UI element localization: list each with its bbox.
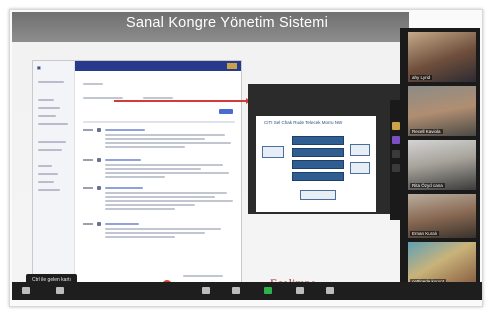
- sidebar-item[interactable]: [38, 189, 60, 191]
- user-badge-icon[interactable]: [227, 63, 237, 69]
- mute-icon[interactable]: [22, 287, 30, 294]
- participants-icon[interactable]: [202, 287, 210, 294]
- filter-field[interactable]: [83, 97, 123, 99]
- diagram-box: [292, 136, 344, 145]
- participant-name: Ernan Kuralı: [410, 231, 440, 236]
- table-row: [105, 168, 201, 170]
- thumbnail-icon[interactable]: [392, 150, 400, 158]
- table-row: [105, 138, 205, 140]
- table-row[interactable]: [105, 129, 145, 131]
- sidebar-item[interactable]: [38, 173, 58, 175]
- table-row: [105, 172, 229, 174]
- participant-video[interactable]: Recell Kaviola: [408, 86, 476, 136]
- shared-screen: Sanal Kongre Yönetim Sistemi ▣ CITI Sel …: [12, 12, 409, 290]
- title-banner: Sanal Kongre Yönetim Sistemi: [12, 12, 409, 42]
- table-row: [105, 134, 225, 136]
- row-avatar: [97, 222, 101, 226]
- app-logo: ▣: [37, 65, 41, 70]
- row-avatar: [97, 128, 101, 132]
- row-meta: [83, 129, 93, 131]
- diagram-box: [292, 148, 344, 157]
- table-row: [105, 176, 165, 178]
- pointer-arrow: [114, 98, 250, 103]
- table-row[interactable]: [105, 223, 139, 225]
- video-icon[interactable]: [56, 287, 64, 294]
- row-meta: [83, 159, 93, 161]
- diagram-box: [262, 146, 284, 158]
- meeting-toolbar: [12, 282, 482, 300]
- thumbnail-icon[interactable]: [392, 122, 400, 130]
- app-window: ▣: [32, 60, 242, 288]
- sidebar-item[interactable]: [38, 181, 54, 183]
- sidebar-item[interactable]: [38, 107, 60, 109]
- participant-video[interactable]: ahy Lyrid: [408, 32, 476, 82]
- sidebar-item[interactable]: [38, 99, 54, 101]
- table-row[interactable]: [105, 187, 143, 189]
- table-row: [105, 208, 175, 210]
- diagram-box: [350, 162, 370, 174]
- sidebar-item[interactable]: [38, 115, 56, 117]
- slide-title: CITI Sel Chak Rude Telecek Morru NW: [264, 120, 343, 125]
- sidebar-item[interactable]: [38, 81, 64, 83]
- diagram-box: [292, 172, 344, 181]
- participant-video[interactable]: cettinede kurunt: [408, 242, 476, 286]
- table-row: [105, 236, 175, 238]
- sidebar-item[interactable]: [38, 165, 52, 167]
- reactions-icon[interactable]: [326, 287, 334, 294]
- row-avatar: [97, 186, 101, 190]
- table-row: [105, 228, 221, 230]
- share-screen-icon[interactable]: [264, 287, 272, 294]
- app-sidebar: ▣: [33, 61, 75, 287]
- banner-title: Sanal Kongre Yönetim Sistemi: [126, 15, 328, 31]
- participant-name: Recell Kaviola: [410, 129, 443, 134]
- page-heading: [83, 83, 103, 85]
- table-row: [105, 204, 195, 206]
- table-row: [105, 232, 205, 234]
- app-header: [75, 61, 241, 71]
- thumbnail-icon[interactable]: [392, 164, 400, 172]
- table-header: [83, 121, 235, 123]
- row-meta: [83, 223, 93, 225]
- participant-video[interactable]: Ernan Kuralı: [408, 194, 476, 238]
- app-content: [83, 79, 235, 279]
- sidebar-item[interactable]: [38, 141, 66, 143]
- participant-name: ahy Lyrid: [410, 75, 433, 80]
- diagram-box: [350, 144, 370, 156]
- filter-field[interactable]: [143, 97, 173, 99]
- table-row: [105, 192, 227, 194]
- row-avatar: [97, 158, 101, 162]
- search-button[interactable]: [219, 109, 233, 114]
- thumbnail-icon[interactable]: [392, 136, 400, 144]
- row-meta: [83, 187, 93, 189]
- table-row: [105, 146, 185, 148]
- diagram-box: [292, 160, 344, 169]
- sidebar-item[interactable]: [38, 149, 62, 151]
- table-row: [105, 142, 231, 144]
- table-row[interactable]: [105, 159, 141, 161]
- table-row: [105, 200, 233, 202]
- sidebar-item[interactable]: [38, 123, 68, 125]
- chat-icon[interactable]: [232, 287, 240, 294]
- participant-video[interactable]: Rita Özyd cana: [408, 140, 476, 190]
- diagram-box: [300, 190, 336, 200]
- participant-strip: ahy Lyrid Recell Kaviola Rita Özyd cana …: [400, 28, 480, 290]
- table-row: [105, 196, 215, 198]
- table-row: [105, 164, 223, 166]
- participant-name: Rita Özyd cana: [410, 183, 445, 188]
- presentation-slide: CITI Sel Chak Rude Telecek Morru NW: [256, 116, 376, 212]
- record-icon[interactable]: [296, 287, 304, 294]
